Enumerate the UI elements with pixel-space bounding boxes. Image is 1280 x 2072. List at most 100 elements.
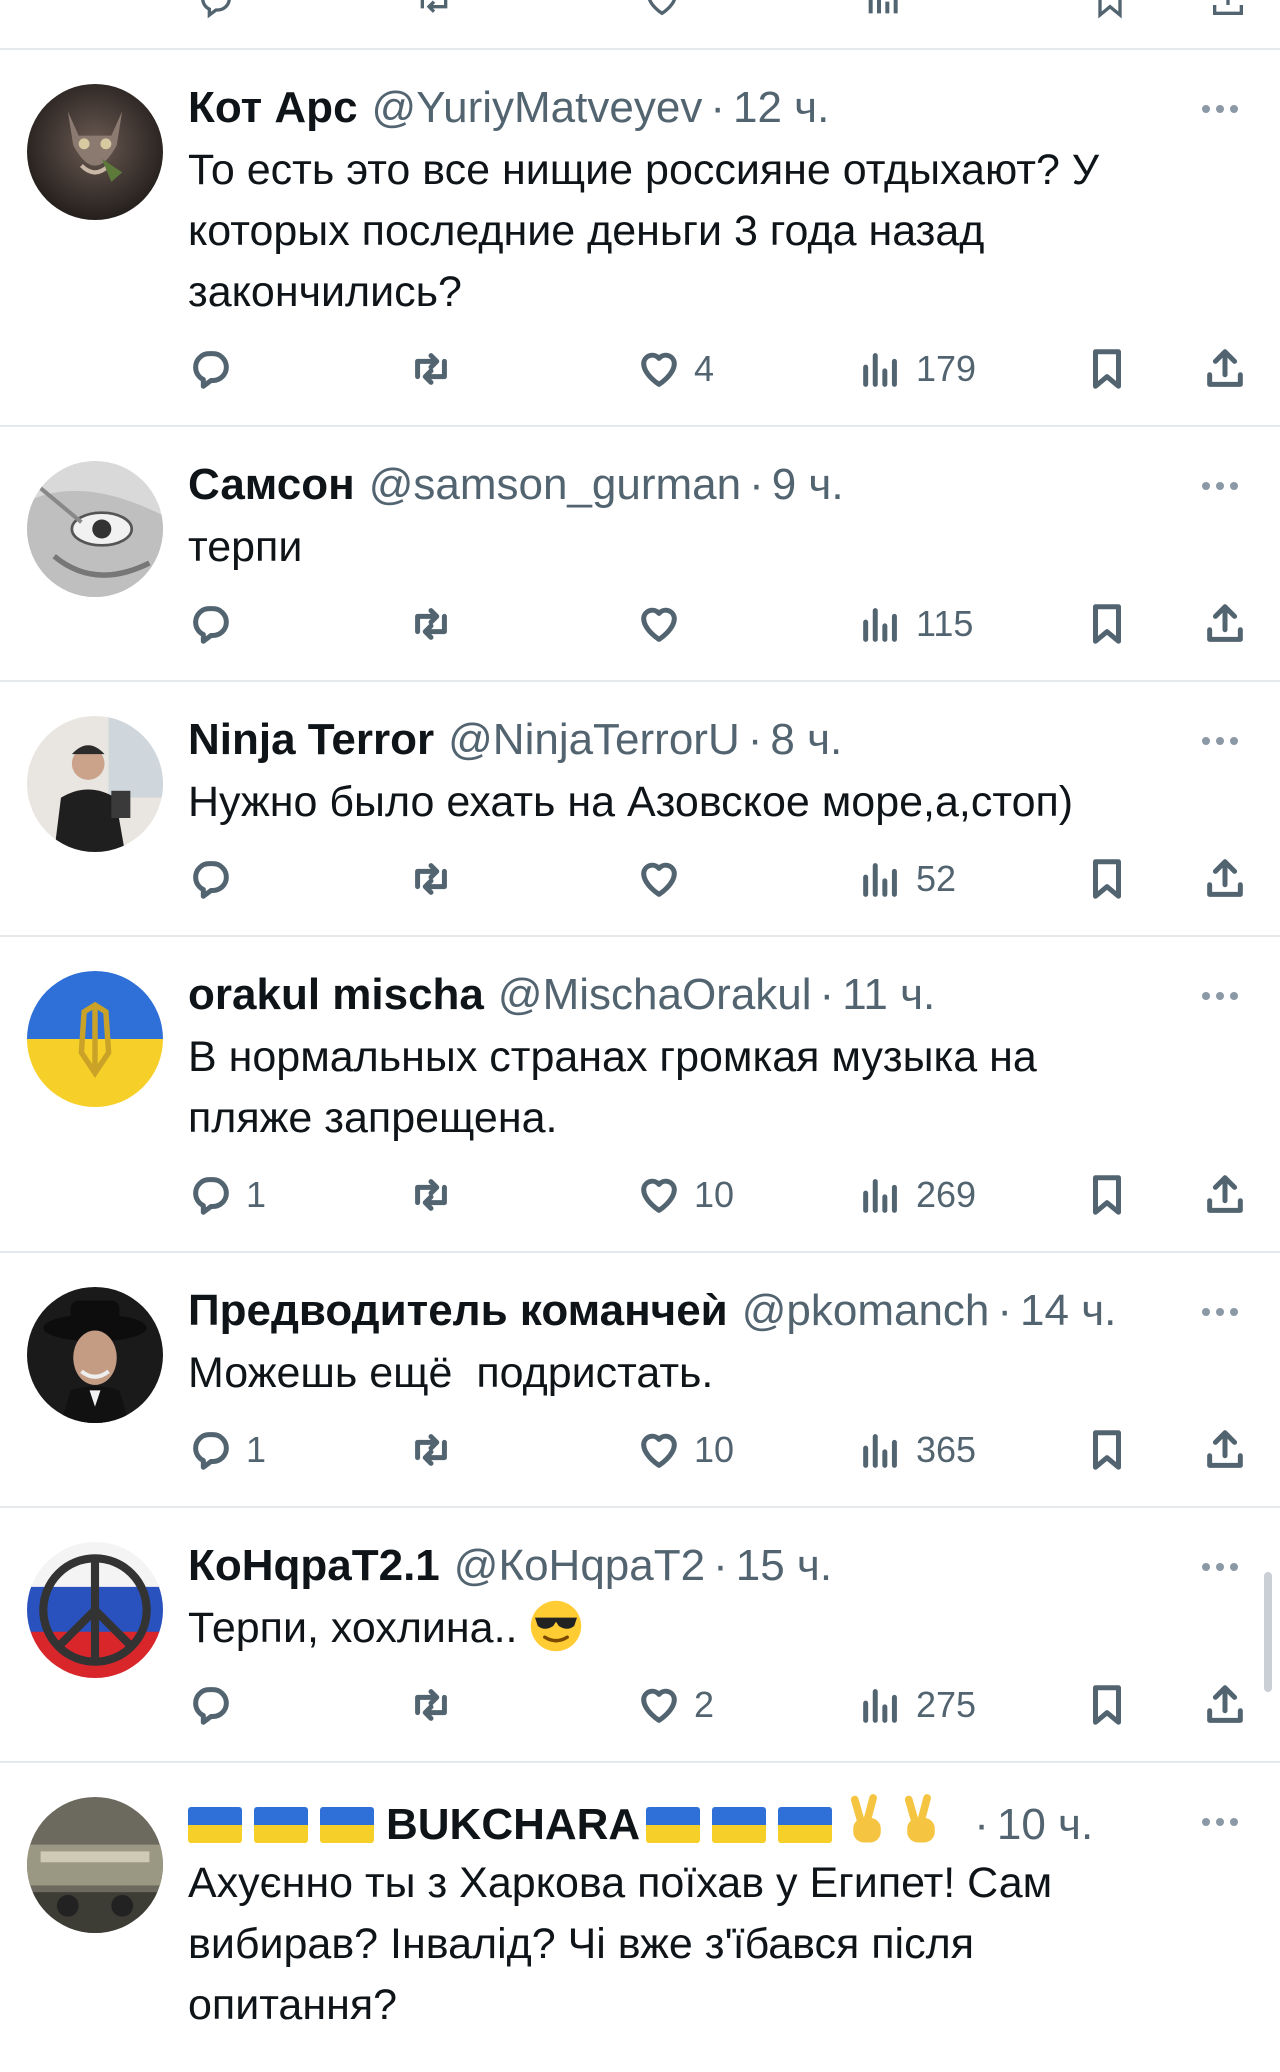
bookmark-button[interactable] [1084,339,1130,399]
bookmark-icon [1093,1685,1121,1725]
post[interactable]: BUKCHARA · 10 ч. Ахуєнно ты з Харкова по… [0,1763,1280,2062]
post-header: orakul mischa @MischaOrakul · 11 ч. [188,967,1188,1023]
scrollbar[interactable] [1264,1572,1272,1692]
views-button[interactable]: 52 [858,849,956,909]
author-name[interactable]: Кот Арс [188,80,358,136]
reply-button[interactable] [188,594,246,654]
bookmark-button[interactable] [1084,1420,1130,1480]
bookmark-button[interactable] [1084,1675,1130,1735]
reply-icon [193,861,229,899]
author-handle[interactable]: @КоНqраТ2 [454,1538,705,1594]
author-name[interactable]: BUKCHARA [188,1793,952,1849]
like-button[interactable]: 4 [636,339,714,399]
reply-icon [193,351,229,389]
author-name[interactable]: КоНqраТ2.1 [188,1538,440,1594]
more-icon[interactable] [1202,732,1248,752]
share-icon[interactable] [1208,0,1248,20]
action-bar: 4 179 [188,339,1280,399]
author-handle[interactable]: @samson_gurman [369,457,741,513]
views-icon[interactable] [864,0,904,20]
post-time[interactable]: 12 ч. [733,80,829,136]
retweet-button[interactable] [408,339,454,399]
author-handle[interactable]: @MischaOrakul [498,967,812,1023]
retweet-button[interactable] [408,1165,454,1225]
post[interactable]: Ninja Terror @NinjaTerrorU · 8 ч. Нужно … [0,682,1280,937]
retweet-button[interactable] [408,594,454,654]
post[interactable]: КоНqраТ2.1 @КоНqраТ2 · 15 ч. Терпи, хохл… [0,1508,1280,1763]
post-header: BUKCHARA · 10 ч. [188,1793,1188,1849]
more-icon[interactable] [1202,100,1248,120]
views-button[interactable]: 275 [858,1675,976,1735]
reply-button[interactable]: 1 [188,1165,266,1225]
retweet-button[interactable] [408,1675,454,1735]
avatar[interactable] [27,1542,163,1678]
victory-hand-emoji-icon [905,1794,936,1843]
more-icon[interactable] [1202,1558,1248,1578]
avatar[interactable] [27,84,163,220]
post-time[interactable]: 15 ч. [736,1538,832,1594]
share-button[interactable] [1202,1675,1248,1735]
views-button[interactable]: 269 [858,1165,976,1225]
author-name[interactable]: Предводитель команчеѝ [188,1283,728,1339]
action-bar: 115 [188,594,1280,654]
bookmark-button[interactable] [1084,1165,1130,1225]
share-button[interactable] [1202,1420,1248,1480]
author-handle[interactable]: @NinjaTerrorU [448,712,740,768]
views-button[interactable]: 179 [858,339,976,399]
heart-icon[interactable] [642,0,682,20]
avatar[interactable] [27,461,163,597]
avatar[interactable] [27,716,163,852]
reply-button[interactable] [188,1675,246,1735]
views-button[interactable]: 115 [858,594,973,654]
share-button[interactable] [1202,849,1248,909]
like-button[interactable]: 2 [636,1675,714,1735]
more-icon[interactable] [1202,987,1248,1007]
avatar[interactable] [27,1797,163,1933]
retweet-button[interactable] [408,1420,454,1480]
post-time[interactable]: 14 ч. [1020,1283,1116,1339]
reply-button[interactable] [188,849,246,909]
more-icon[interactable] [1202,1303,1248,1323]
share-button[interactable] [1202,1165,1248,1225]
victory-hand-emoji-icon [851,1794,882,1843]
more-icon[interactable] [1202,1813,1248,1833]
like-button[interactable]: 10 [636,1420,734,1480]
like-button[interactable]: 10 [636,1165,734,1225]
retweet-icon[interactable] [414,0,454,20]
reply-icon[interactable] [196,0,236,20]
bookmark-icon [1093,1430,1121,1470]
bookmark-button[interactable] [1084,849,1130,909]
post[interactable]: Самсон @samson_gurman · 9 ч. терпи 115 [0,427,1280,682]
share-button[interactable] [1202,339,1248,399]
retweet-button[interactable] [408,849,454,909]
like-count: 10 [694,1174,735,1215]
post-time[interactable]: 8 ч. [770,712,842,768]
author-name[interactable]: Ninja Terror [188,712,434,768]
post[interactable]: orakul mischa @MischaOrakul · 11 ч. В но… [0,937,1280,1253]
share-button[interactable] [1202,594,1248,654]
post[interactable]: Кот Арс @YuriyMatveyev · 12 ч. То есть э… [0,50,1280,427]
like-button[interactable] [636,849,694,909]
views-button[interactable]: 365 [858,1420,976,1480]
avatar[interactable] [27,971,163,1107]
bookmark-button[interactable] [1084,594,1130,654]
more-icon[interactable] [1202,477,1248,497]
bookmark-icon [1093,604,1121,644]
post-time[interactable]: 9 ч. [772,457,844,513]
avatar[interactable] [27,1287,163,1423]
reply-button[interactable] [188,339,246,399]
author-handle[interactable]: @pkomanch [742,1283,990,1339]
post-time[interactable]: 10 ч. [997,1797,1093,1849]
views-count: 115 [916,603,974,644]
post-time[interactable]: 11 ч. [842,967,935,1023]
author-name[interactable]: orakul mischa [188,967,484,1023]
views-count: 52 [916,858,957,899]
bookmark-icon[interactable] [1090,0,1130,20]
like-button[interactable] [636,594,694,654]
author-handle[interactable]: @YuriyMatveyev [372,80,703,136]
post-text: терпи [188,523,303,571]
author-name[interactable]: Самсон [188,457,355,513]
reply-button[interactable]: 1 [188,1420,266,1480]
views-icon [863,1434,897,1468]
post[interactable]: Предводитель команчеѝ @pkomanch · 14 ч. … [0,1253,1280,1508]
